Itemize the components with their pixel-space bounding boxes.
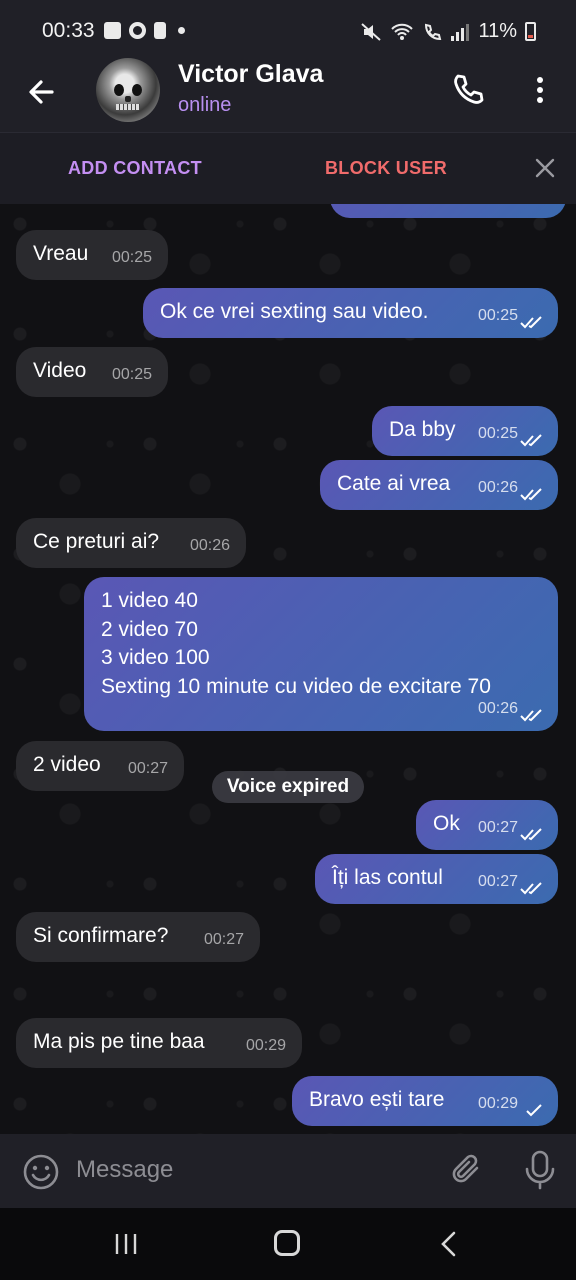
double-check-icon <box>520 316 542 329</box>
message-bubble-outgoing[interactable]: Ok 00:27 <box>416 800 558 850</box>
gallery-icon <box>104 22 121 39</box>
nav-back-icon[interactable] <box>438 1230 460 1258</box>
more-options-icon[interactable] <box>528 74 552 110</box>
contact-status: online <box>178 94 232 116</box>
more-notifications-icon <box>178 27 185 34</box>
status-bar: 00:33 11% <box>0 0 576 58</box>
message-bubble-outgoing[interactable]: Îți las contul 00:27 <box>315 854 558 904</box>
message-input[interactable] <box>76 1156 426 1184</box>
alert-icon <box>154 22 166 39</box>
message-bubble-outgoing[interactable]: Da bby 00:25 <box>372 406 558 456</box>
wifi-calling-icon <box>425 23 442 40</box>
message-bubble-outgoing[interactable]: 1 video 40 2 video 70 3 video 100 Sextin… <box>84 577 558 731</box>
system-navigation-bar <box>0 1208 576 1280</box>
chat-header: Victor Glava online <box>0 58 576 132</box>
status-system-icons: 11% <box>360 20 536 43</box>
double-check-icon <box>520 828 542 841</box>
status-notification-icons <box>104 22 185 39</box>
contact-name[interactable]: Victor Glava <box>178 60 323 89</box>
message-composer <box>0 1134 576 1208</box>
message-bubble-incoming[interactable]: Video 00:25 <box>16 347 168 397</box>
add-contact-button[interactable]: ADD CONTACT <box>68 158 202 179</box>
recent-apps-icon[interactable] <box>114 1232 138 1256</box>
close-icon[interactable] <box>534 157 556 179</box>
mute-icon <box>361 22 382 41</box>
status-time: 00:33 <box>42 19 95 42</box>
message-bubble-incoming[interactable]: 2 video 00:27 <box>16 741 184 791</box>
microphone-icon[interactable] <box>522 1149 558 1191</box>
contact-action-bar: ADD CONTACT BLOCK USER <box>0 132 576 204</box>
block-user-button[interactable]: BLOCK USER <box>325 158 447 179</box>
message-bubble-incoming[interactable]: Ma pis pe tine baa 00:29 <box>16 1018 302 1068</box>
attach-icon[interactable] <box>450 1151 486 1189</box>
emoji-icon[interactable] <box>22 1153 60 1191</box>
message-bubble-outgoing[interactable]: Ok ce vrei sexting sau video. 00:25 <box>143 288 558 338</box>
back-arrow-icon[interactable] <box>22 72 62 112</box>
message-bubble-incoming[interactable]: Ce preturi ai? 00:26 <box>16 518 246 568</box>
signal-icon <box>451 23 470 41</box>
double-check-icon <box>520 709 542 722</box>
double-check-icon <box>520 434 542 447</box>
double-check-icon <box>520 882 542 895</box>
phone-call-icon[interactable] <box>450 72 486 108</box>
message-bubble-outgoing[interactable]: Bravo ești tare 00:29 <box>292 1076 558 1126</box>
battery-icon <box>525 22 536 41</box>
message-bubble-incoming[interactable]: Vreau 00:25 <box>16 230 168 280</box>
battery-level: 11% <box>478 20 517 42</box>
message-bubble-partial[interactable] <box>330 204 566 218</box>
avatar[interactable] <box>96 58 160 122</box>
message-bubble-incoming[interactable]: Si confirmare? 00:27 <box>16 912 260 962</box>
wifi-icon <box>391 23 414 40</box>
service-message: Voice expired <box>212 771 364 803</box>
message-bubble-outgoing[interactable]: Cate ai vrea 00:26 <box>320 460 558 510</box>
price-list: 1 video 40 2 video 70 3 video 100 Sextin… <box>101 589 491 698</box>
home-icon[interactable] <box>274 1230 300 1256</box>
message-list[interactable]: Vreau 00:25 Ok ce vrei sexting sau video… <box>0 204 576 1134</box>
double-check-icon <box>520 488 542 501</box>
settings-icon <box>129 22 146 39</box>
single-check-icon <box>526 1104 542 1117</box>
